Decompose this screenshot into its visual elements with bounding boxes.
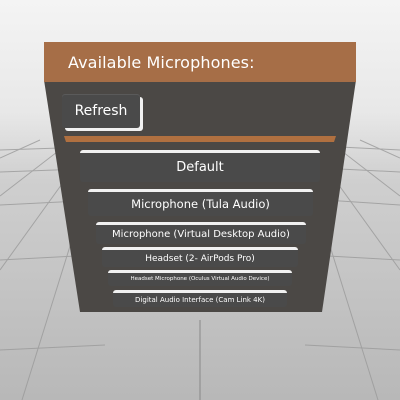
mic-option-label: Microphone (Virtual Desktop Audio)	[112, 229, 290, 240]
microphone-panel: Available Microphones: Refresh Default M…	[0, 0, 400, 400]
mic-option-airpods-pro[interactable]: Headset (2- AirPods Pro)	[102, 247, 298, 267]
mic-option-label: Digital Audio Interface (Cam Link 4K)	[135, 296, 265, 304]
mic-option-label: Headset (2- AirPods Pro)	[145, 254, 255, 264]
mic-option-tula-audio[interactable]: Microphone (Tula Audio)	[88, 189, 313, 216]
mic-option-oculus-virtual-audio[interactable]: Headset Microphone (Oculus Virtual Audio…	[108, 270, 292, 286]
refresh-button-label: Refresh	[74, 103, 128, 119]
mic-option-label: Headset Microphone (Oculus Virtual Audio…	[130, 276, 270, 282]
mic-option-virtual-desktop-audio[interactable]: Microphone (Virtual Desktop Audio)	[96, 222, 306, 244]
mic-option-default[interactable]: Default	[80, 150, 320, 182]
refresh-button[interactable]: Refresh	[62, 94, 140, 128]
mic-option-label: Microphone (Tula Audio)	[131, 197, 270, 211]
mic-option-cam-link-4k[interactable]: Digital Audio Interface (Cam Link 4K)	[113, 290, 287, 307]
panel-title: Available Microphones:	[68, 53, 255, 72]
mic-option-label: Default	[176, 160, 224, 175]
